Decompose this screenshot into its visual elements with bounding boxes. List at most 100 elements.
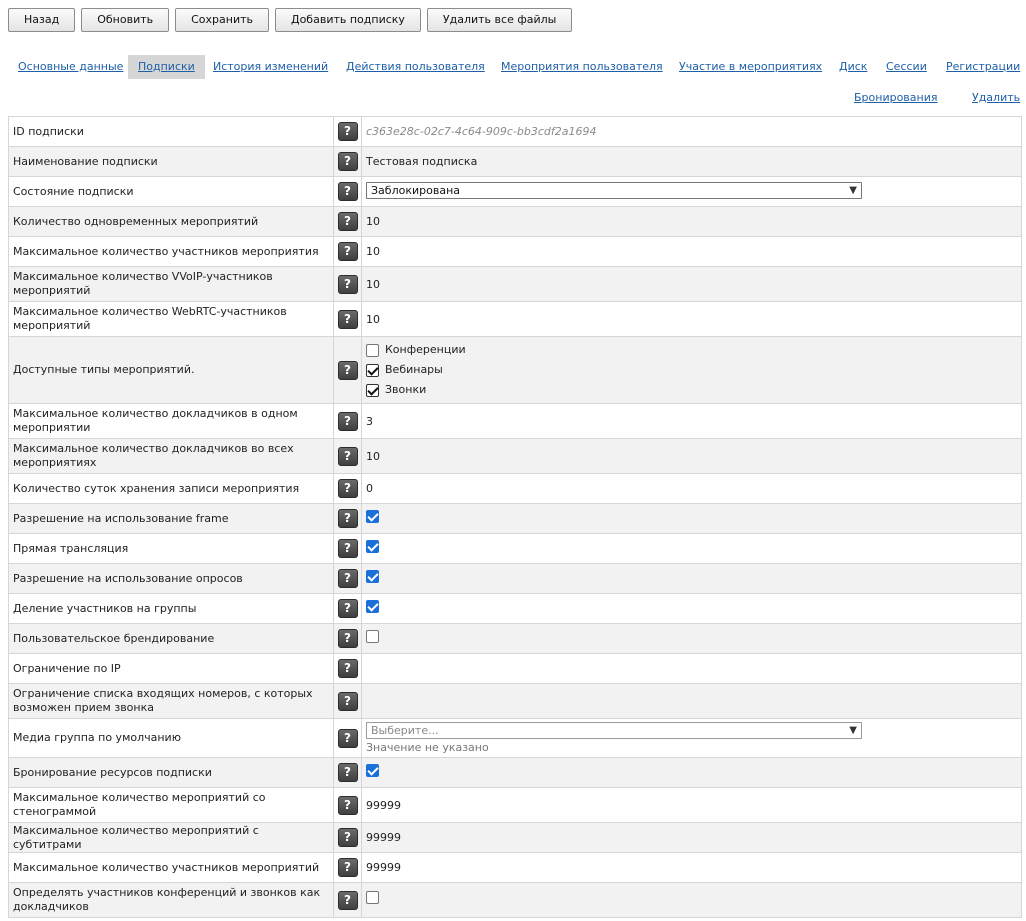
subscription-name-value: Тестовая подписка bbox=[366, 155, 478, 168]
event-type-checkbox[interactable] bbox=[366, 363, 379, 377]
row-speakers-one: Максимальное количество докладчиков в од… bbox=[8, 403, 1022, 439]
help-icon[interactable]: ? bbox=[337, 242, 358, 261]
help-icon[interactable]: ? bbox=[337, 122, 358, 141]
field-label: Медиа группа по умолчанию bbox=[8, 718, 334, 758]
help-icon[interactable]: ? bbox=[337, 858, 358, 877]
row-concurrent-events: Количество одновременных мероприятий ? 1… bbox=[8, 206, 1022, 237]
help-icon[interactable]: ? bbox=[337, 890, 358, 910]
help-icon[interactable]: ? bbox=[337, 212, 358, 231]
help-icon[interactable]: ? bbox=[337, 828, 358, 847]
row-media-group: Медиа группа по умолчанию ? Выберите... … bbox=[8, 718, 1022, 758]
tab-bookings[interactable]: Бронирования bbox=[844, 86, 948, 110]
help-icon[interactable]: ? bbox=[337, 728, 358, 748]
row-ip-limit: Ограничение по IP ? bbox=[8, 653, 1022, 684]
help-icon[interactable]: ? bbox=[337, 309, 358, 329]
event-type-checkbox[interactable] bbox=[366, 343, 379, 357]
max-participants-2-value[interactable]: 99999 bbox=[366, 861, 401, 874]
tab-user-actions[interactable]: Действия пользователя bbox=[336, 55, 495, 79]
add-subscription-button[interactable]: Добавить подписку bbox=[274, 8, 421, 32]
max-voip-value[interactable]: 10 bbox=[366, 278, 380, 291]
event-type-label: Вебинары bbox=[385, 363, 443, 376]
help-icon[interactable]: ? bbox=[337, 182, 358, 201]
subscription-id-value: c363e28c-02c7-4c64-909c-bb3cdf2a1694 bbox=[366, 125, 597, 138]
field-label: Максимальное количество WebRTC-участнико… bbox=[8, 301, 334, 337]
help-icon[interactable]: ? bbox=[337, 509, 358, 528]
delete-all-files-button[interactable]: Удалить все файлы bbox=[426, 8, 573, 32]
tab-subscriptions[interactable]: Подписки bbox=[128, 55, 205, 79]
event-type-label: Звонки bbox=[385, 383, 427, 396]
row-polls: Разрешение на использование опросов ? bbox=[8, 563, 1022, 594]
event-type-webinars: Вебинары bbox=[366, 360, 1017, 380]
speakers-all-value[interactable]: 10 bbox=[366, 450, 380, 463]
row-inbound-numbers: Ограничение списка входящих номеров, с к… bbox=[8, 683, 1022, 719]
row-max-participants-2: Максимальное количество участников мероп… bbox=[8, 852, 1022, 883]
speakers-one-value[interactable]: 3 bbox=[366, 415, 373, 428]
help-icon[interactable]: ? bbox=[337, 446, 358, 466]
row-subtitles: Максимальное количество мероприятий с су… bbox=[8, 822, 1022, 853]
field-label: Максимальное количество докладчиков во в… bbox=[8, 438, 334, 474]
live-stream-checkbox[interactable] bbox=[366, 539, 379, 553]
stenography-value[interactable]: 99999 bbox=[366, 799, 401, 812]
media-group-placeholder: Выберите... bbox=[371, 724, 439, 737]
field-label: Максимальное количество мероприятий с су… bbox=[8, 822, 334, 853]
max-participants-value[interactable]: 10 bbox=[366, 245, 380, 258]
tab-registrations[interactable]: Регистрации bbox=[936, 55, 1026, 79]
media-group-hint: Значение не указано bbox=[366, 741, 489, 754]
help-icon[interactable]: ? bbox=[337, 539, 358, 558]
resource-booking-checkbox[interactable] bbox=[366, 763, 379, 777]
tab-row-2: Бронирования Удалить bbox=[8, 86, 1020, 110]
help-icon[interactable]: ? bbox=[337, 152, 358, 171]
chevron-down-icon: ▼ bbox=[849, 725, 857, 736]
row-stenography: Максимальное количество мероприятий со с… bbox=[8, 787, 1022, 823]
record-days-value[interactable]: 0 bbox=[366, 482, 373, 495]
concurrent-events-value[interactable]: 10 bbox=[366, 215, 380, 228]
tab-main-data[interactable]: Основные данные bbox=[8, 55, 133, 79]
row-live-stream: Прямая трансляция ? bbox=[8, 533, 1022, 564]
help-icon[interactable]: ? bbox=[337, 479, 358, 498]
tab-disk[interactable]: Диск bbox=[829, 55, 877, 79]
tab-sessions[interactable]: Сессии bbox=[876, 55, 937, 79]
save-button[interactable]: Сохранить bbox=[175, 8, 269, 32]
help-icon[interactable]: ? bbox=[337, 691, 358, 711]
help-icon[interactable]: ? bbox=[337, 795, 358, 815]
help-icon[interactable]: ? bbox=[337, 659, 358, 678]
subscription-state-select[interactable]: Заблокирована ▼ bbox=[366, 182, 862, 199]
tab-delete[interactable]: Удалить bbox=[962, 86, 1026, 110]
subtitles-value[interactable]: 99999 bbox=[366, 831, 401, 844]
max-webrtc-value[interactable]: 10 bbox=[366, 313, 380, 326]
media-group-select[interactable]: Выберите... ▼ bbox=[366, 722, 862, 739]
help-icon[interactable]: ? bbox=[337, 629, 358, 648]
event-types-list: Конференции Вебинары Звонки bbox=[366, 340, 1017, 400]
tab-change-history[interactable]: История изменений bbox=[203, 55, 338, 79]
row-resource-booking: Бронирование ресурсов подписки ? bbox=[8, 757, 1022, 788]
field-label: Ограничение по IP bbox=[8, 653, 334, 684]
row-max-voip: Максимальное количество VVoIP-участников… bbox=[8, 266, 1022, 302]
chevron-down-icon: ▼ bbox=[849, 185, 857, 196]
tab-user-events[interactable]: Мероприятия пользователя bbox=[491, 55, 673, 79]
event-type-checkbox[interactable] bbox=[366, 383, 379, 397]
row-subscription-id: ID подписки ? c363e28c-02c7-4c64-909c-bb… bbox=[8, 116, 1022, 147]
field-label: Пользовательское брендирование bbox=[8, 623, 334, 654]
row-max-participants: Максимальное количество участников мероп… bbox=[8, 236, 1022, 267]
help-icon[interactable]: ? bbox=[337, 411, 358, 431]
branding-checkbox[interactable] bbox=[366, 629, 379, 643]
row-speakers-all: Максимальное количество докладчиков во в… bbox=[8, 438, 1022, 474]
frame-checkbox[interactable] bbox=[366, 509, 379, 523]
field-label: Деление участников на группы bbox=[8, 593, 334, 624]
groups-checkbox[interactable] bbox=[366, 599, 379, 613]
field-label: Максимальное количество мероприятий со с… bbox=[8, 787, 334, 823]
polls-checkbox[interactable] bbox=[366, 569, 379, 583]
help-icon[interactable]: ? bbox=[337, 360, 358, 380]
back-button[interactable]: Назад bbox=[8, 8, 76, 32]
row-participants-as-speakers: Определять участников конференций и звон… bbox=[8, 882, 1022, 918]
participants-as-speakers-checkbox[interactable] bbox=[366, 891, 379, 904]
row-subscription-state: Состояние подписки ? Заблокирована ▼ bbox=[8, 176, 1022, 207]
help-icon[interactable]: ? bbox=[337, 569, 358, 588]
help-icon[interactable]: ? bbox=[337, 274, 358, 294]
help-icon[interactable]: ? bbox=[337, 763, 358, 782]
field-label: Прямая трансляция bbox=[8, 533, 334, 564]
help-icon[interactable]: ? bbox=[337, 599, 358, 618]
refresh-button[interactable]: Обновить bbox=[81, 8, 170, 32]
field-label: Максимальное количество участников мероп… bbox=[8, 236, 334, 267]
tab-event-participation[interactable]: Участие в мероприятиях bbox=[669, 55, 832, 79]
